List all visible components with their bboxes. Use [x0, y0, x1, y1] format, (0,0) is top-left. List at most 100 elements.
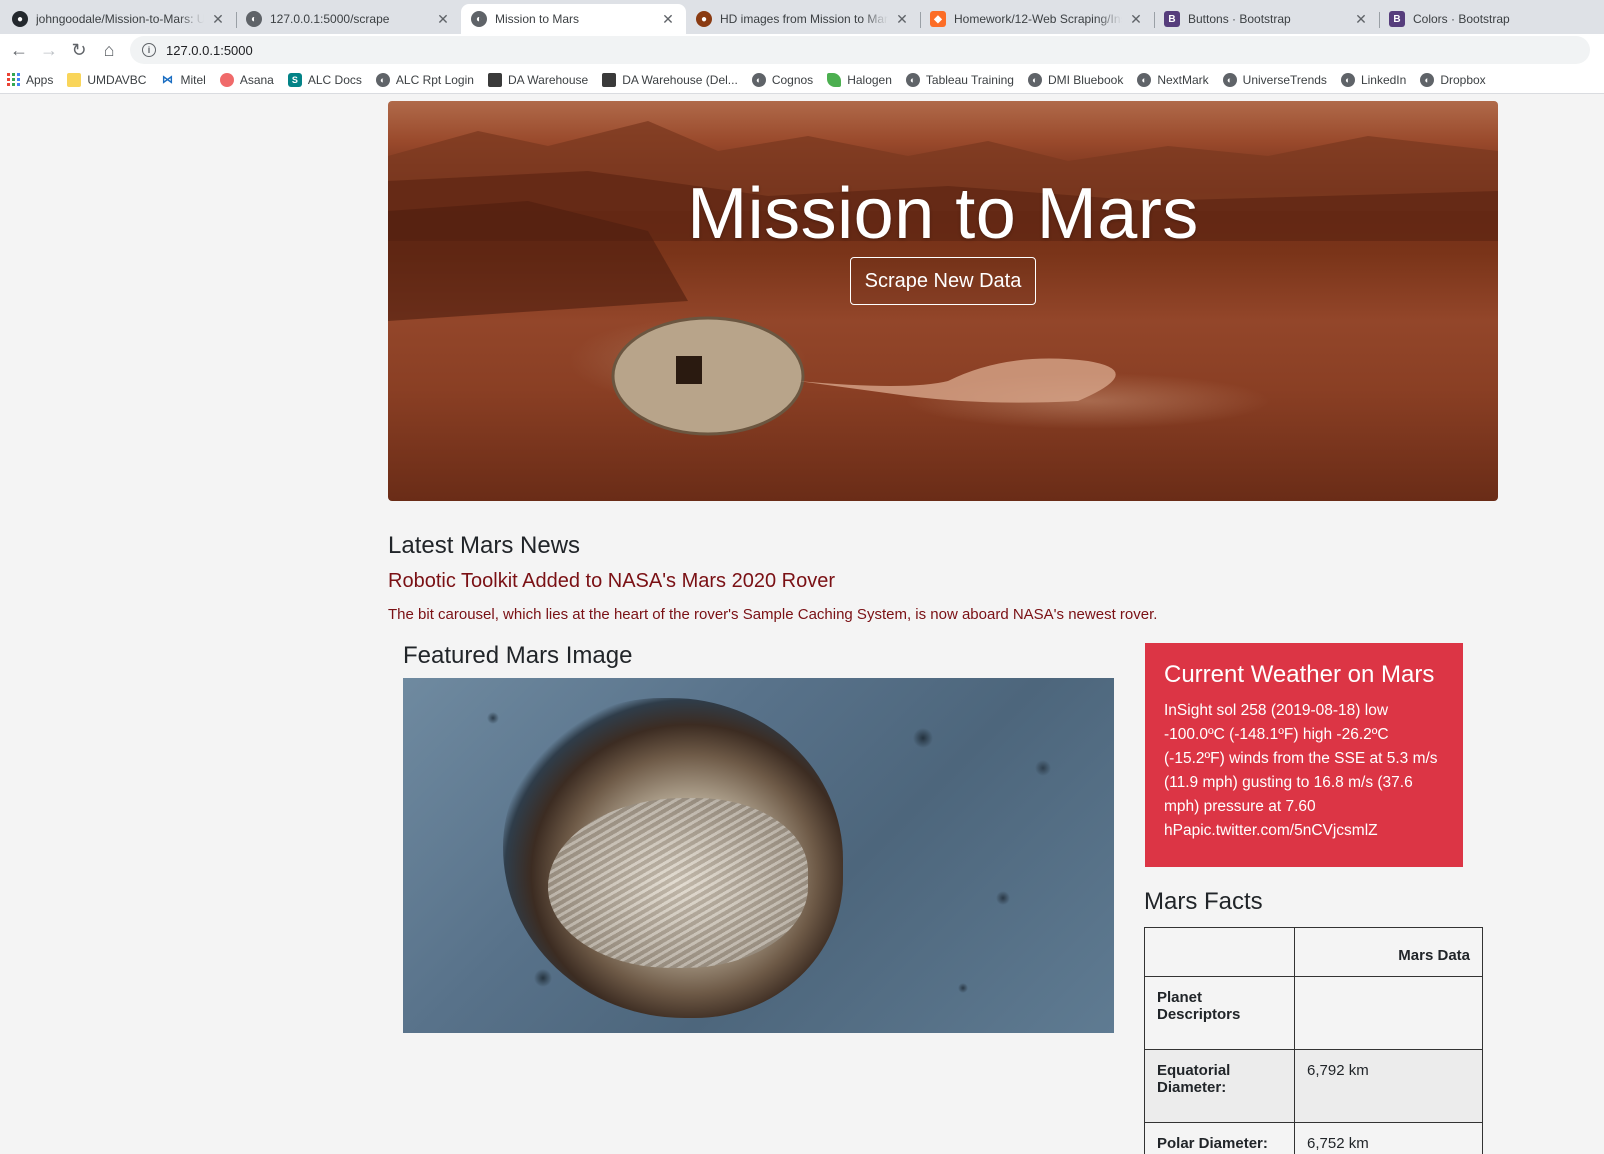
- bookmark-label: DMI Bluebook: [1047, 72, 1124, 87]
- latest-news-heading: Latest Mars News: [388, 532, 581, 559]
- bookmark-item[interactable]: DA Warehouse: [487, 72, 589, 87]
- table-row-label: Equatorial Diameter:: [1144, 1049, 1295, 1123]
- close-icon[interactable]: ✕: [660, 11, 676, 28]
- page-title: Mission to Mars: [687, 174, 1199, 254]
- globe-icon: ◐: [751, 72, 766, 87]
- bookmark-item[interactable]: ◐ DMI Bluebook: [1027, 72, 1124, 87]
- tab-title: 127.0.0.1:5000/scrape: [270, 12, 390, 26]
- bookmark-label: Dropbox: [1440, 72, 1486, 87]
- bookmark-item[interactable]: Asana: [219, 72, 274, 87]
- table-row-value: 6,752 km: [1294, 1122, 1483, 1154]
- close-icon[interactable]: ✕: [894, 11, 910, 28]
- url-text[interactable]: 127.0.0.1:5000: [166, 43, 253, 58]
- bookmark-item[interactable]: ◐ UniverseTrends: [1222, 72, 1327, 87]
- crater-dunes-illustration: [548, 798, 808, 968]
- gitlab-icon: ◆: [930, 11, 946, 27]
- table-row-label: Polar Diameter:: [1144, 1122, 1295, 1154]
- browser-tab[interactable]: B Buttons · Bootstrap ✕: [1154, 4, 1379, 34]
- bookmark-label: DA Warehouse (Del...: [622, 72, 738, 87]
- warehouse-icon: [602, 72, 617, 87]
- globe-icon: ◐: [905, 72, 920, 87]
- featured-mars-image[interactable]: [403, 678, 1114, 1033]
- bookmark-item[interactable]: ◐ Tableau Training: [905, 72, 1014, 87]
- bookmark-label: Cognos: [771, 72, 814, 87]
- browser-tab[interactable]: ◐ 127.0.0.1:5000/scrape ✕: [236, 4, 461, 34]
- bootstrap-icon: B: [1389, 11, 1405, 27]
- reload-icon[interactable]: ↻: [64, 36, 94, 64]
- tab-title: Colors · Bootstrap: [1413, 12, 1510, 26]
- back-arrow-icon[interactable]: ←: [4, 36, 34, 64]
- home-icon[interactable]: ⌂: [94, 36, 124, 64]
- bookmark-label: UniverseTrends: [1242, 72, 1327, 87]
- bookmark-label: DA Warehouse: [507, 72, 589, 87]
- scrape-new-data-button[interactable]: Scrape New Data: [850, 257, 1036, 305]
- browser-tab[interactable]: ◆ Homework/12-Web Scraping/Ins ✕: [920, 4, 1154, 34]
- bookmark-item[interactable]: UMDAVBC: [67, 72, 147, 87]
- bookmarks-bar: Apps UMDAVBC ⋈ Mitel Asana S ALC Docs ◐ ALC…: [0, 66, 1604, 94]
- globe-icon: ◐: [1137, 72, 1152, 87]
- asana-icon: [219, 72, 234, 87]
- globe-icon: ◐: [1340, 72, 1355, 87]
- browser-toolbar: ← → ↻ ⌂ i 127.0.0.1:5000: [0, 34, 1604, 66]
- close-icon[interactable]: ✕: [210, 11, 226, 28]
- mars-facts-heading: Mars Facts: [1144, 888, 1263, 915]
- featured-image-heading: Featured Mars Image: [403, 642, 633, 669]
- forward-arrow-icon[interactable]: →: [34, 36, 64, 64]
- bookmark-apps[interactable]: Apps: [6, 73, 53, 87]
- globe-icon: ◐: [1027, 72, 1042, 87]
- mars-facts-table: Mars Data Planet Descriptors Equatorial …: [1144, 927, 1483, 1154]
- sharepoint-icon: S: [287, 72, 302, 87]
- bookmark-item[interactable]: ◐ NextMark: [1137, 72, 1209, 87]
- close-icon[interactable]: ✕: [435, 11, 451, 28]
- nasa-icon: ●: [696, 11, 712, 27]
- bootstrap-icon: B: [1164, 11, 1180, 27]
- bookmark-item[interactable]: Halogen: [827, 72, 892, 87]
- bookmark-label: Apps: [26, 72, 54, 87]
- bookmark-label: Mitel: [180, 72, 206, 87]
- tab-title: HD images from Mission to Mars: [720, 12, 888, 26]
- weather-card: Current Weather on Mars InSight sol 258 …: [1145, 643, 1463, 867]
- bookmark-item[interactable]: ◐ Dropbox: [1420, 72, 1486, 87]
- close-icon[interactable]: ✕: [1128, 11, 1144, 28]
- page-content: Mission to Mars Scrape New Data Latest M…: [0, 95, 1604, 1154]
- tab-title: Buttons · Bootstrap: [1188, 12, 1291, 26]
- bookmark-item[interactable]: ◐ Cognos: [751, 72, 814, 87]
- bookmark-item[interactable]: ◐ ALC Rpt Login: [375, 72, 474, 87]
- browser-tab-active[interactable]: ◐ Mission to Mars ✕: [461, 4, 686, 34]
- globe-icon: ◐: [375, 72, 390, 87]
- globe-icon: ◐: [1222, 72, 1237, 87]
- bookmark-item[interactable]: ⋈ Mitel: [160, 72, 206, 87]
- bookmark-label: Tableau Training: [925, 72, 1014, 87]
- halogen-icon: [827, 72, 842, 87]
- address-bar[interactable]: i 127.0.0.1:5000: [130, 36, 1590, 64]
- bookmark-label: NextMark: [1157, 72, 1209, 87]
- news-title: Robotic Toolkit Added to NASA's Mars 202…: [388, 570, 836, 592]
- table-header: Mars Data: [1294, 927, 1483, 977]
- bookmark-label: UMDAVBC: [87, 72, 147, 87]
- globe-icon: ◐: [1420, 72, 1435, 87]
- mitel-icon: ⋈: [161, 74, 173, 86]
- apps-grid-icon: [6, 72, 20, 87]
- bookmark-label: Halogen: [847, 72, 892, 87]
- bookmark-item[interactable]: DA Warehouse (Del...: [602, 72, 738, 87]
- bookmark-item[interactable]: S ALC Docs: [287, 72, 362, 87]
- table-header-empty: [1144, 927, 1295, 977]
- browser-tab[interactable]: ● HD images from Mission to Mars ✕: [686, 4, 920, 34]
- info-icon[interactable]: i: [142, 43, 156, 57]
- weather-text: InSight sol 258 (2019-08-18) low -100.0º…: [1164, 702, 1438, 839]
- bookmark-label: Asana: [239, 72, 274, 87]
- bookmark-item[interactable]: ◐ LinkedIn: [1340, 72, 1407, 87]
- tab-title: Mission to Mars: [495, 12, 580, 26]
- bookmark-label: LinkedIn: [1360, 72, 1407, 87]
- globe-icon: ◐: [246, 11, 262, 27]
- browser-tab[interactable]: B Colors · Bootstrap: [1379, 4, 1604, 34]
- globe-icon: ◐: [471, 11, 487, 27]
- close-icon[interactable]: ✕: [1353, 11, 1369, 28]
- bookmark-label: ALC Rpt Login: [395, 72, 474, 87]
- table-row-value: [1294, 976, 1483, 1050]
- jumbotron-banner: Mission to Mars Scrape New Data: [388, 101, 1498, 501]
- browser-tab[interactable]: ● johngoodale/Mission-to-Mars: U ✕: [2, 4, 236, 34]
- folder-icon: [67, 72, 82, 87]
- table-row: Equatorial Diameter: 6,792 km: [1144, 1049, 1483, 1123]
- weather-heading: Current Weather on Mars: [1164, 661, 1435, 688]
